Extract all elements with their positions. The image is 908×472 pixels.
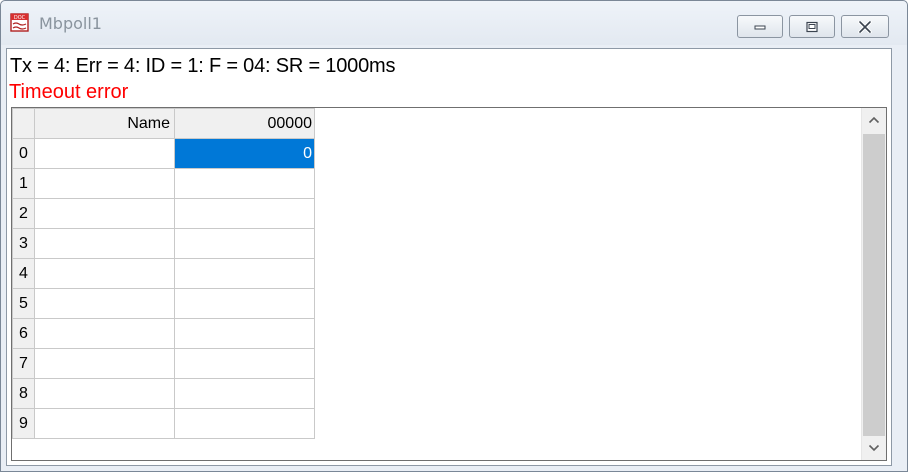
register-table: Name 00000 0 0 1 2 3 4 5 6 7 8 9: [12, 108, 315, 439]
row-header[interactable]: 1: [12, 168, 35, 199]
name-cell[interactable]: [34, 348, 175, 379]
doc-icon: DOC: [10, 13, 29, 32]
value-cell-selected[interactable]: 0: [174, 138, 315, 169]
mbpoll-window: DOC Mbpoll1 Tx = 4: Err = 4: ID = 1: F =…: [0, 0, 908, 472]
chevron-down-icon: [868, 444, 880, 452]
header-name[interactable]: Name: [34, 108, 175, 139]
name-cell[interactable]: [34, 408, 175, 439]
table-row: 1: [12, 168, 315, 199]
table-row: 9: [12, 408, 315, 439]
status-line: Tx = 4: Err = 4: ID = 1: F = 04: SR = 10…: [10, 55, 396, 77]
row-header[interactable]: 4: [12, 258, 35, 289]
name-cell[interactable]: [34, 198, 175, 229]
table-row: 7: [12, 348, 315, 379]
table-row: 4: [12, 258, 315, 289]
error-message: Timeout error: [9, 81, 129, 103]
row-header[interactable]: 0: [12, 138, 35, 169]
value-cell[interactable]: [174, 378, 315, 409]
name-cell[interactable]: [34, 138, 175, 169]
table-row: 3: [12, 228, 315, 259]
name-cell[interactable]: [34, 378, 175, 409]
row-header[interactable]: 5: [12, 288, 35, 319]
title-bar[interactable]: DOC Mbpoll1: [1, 1, 907, 45]
header-address[interactable]: 00000: [174, 108, 315, 139]
row-header[interactable]: 7: [12, 348, 35, 379]
client-area: Tx = 4: Err = 4: ID = 1: F = 04: SR = 10…: [6, 48, 892, 466]
close-icon: [858, 20, 872, 33]
data-grid: Name 00000 0 0 1 2 3 4 5 6 7 8 9: [11, 107, 887, 461]
table-row: 6: [12, 318, 315, 349]
value-cell[interactable]: [174, 198, 315, 229]
maximize-button[interactable]: [789, 15, 835, 38]
header-row: Name 00000: [12, 108, 315, 139]
value-cell[interactable]: [174, 228, 315, 259]
value-cell[interactable]: [174, 408, 315, 439]
chevron-up-icon: [868, 116, 880, 124]
name-cell[interactable]: [34, 168, 175, 199]
row-header[interactable]: 3: [12, 228, 35, 259]
scroll-thumb[interactable]: [863, 134, 885, 436]
corner-cell[interactable]: [12, 108, 35, 139]
minimize-button[interactable]: [737, 15, 783, 38]
table-row: 5: [12, 288, 315, 319]
table-row: 8: [12, 378, 315, 409]
table-row: 2: [12, 198, 315, 229]
scroll-up-button[interactable]: [862, 108, 886, 132]
value-cell[interactable]: [174, 318, 315, 349]
value-cell[interactable]: [174, 348, 315, 379]
row-header[interactable]: 6: [12, 318, 35, 349]
table-row: 0 0: [12, 138, 315, 169]
value-cell[interactable]: [174, 168, 315, 199]
value-cell[interactable]: [174, 258, 315, 289]
window-title: Mbpoll1: [39, 14, 102, 33]
row-header[interactable]: 9: [12, 408, 35, 439]
name-cell[interactable]: [34, 318, 175, 349]
vertical-scrollbar[interactable]: [861, 108, 886, 460]
row-header[interactable]: 2: [12, 198, 35, 229]
value-cell[interactable]: [174, 288, 315, 319]
maximize-icon: [806, 21, 818, 32]
name-cell[interactable]: [34, 228, 175, 259]
close-button[interactable]: [841, 15, 889, 38]
minimize-icon: [754, 25, 766, 29]
row-header[interactable]: 8: [12, 378, 35, 409]
name-cell[interactable]: [34, 288, 175, 319]
scroll-down-button[interactable]: [862, 436, 886, 460]
doc-icon-label: DOC: [14, 15, 26, 21]
name-cell[interactable]: [34, 258, 175, 289]
